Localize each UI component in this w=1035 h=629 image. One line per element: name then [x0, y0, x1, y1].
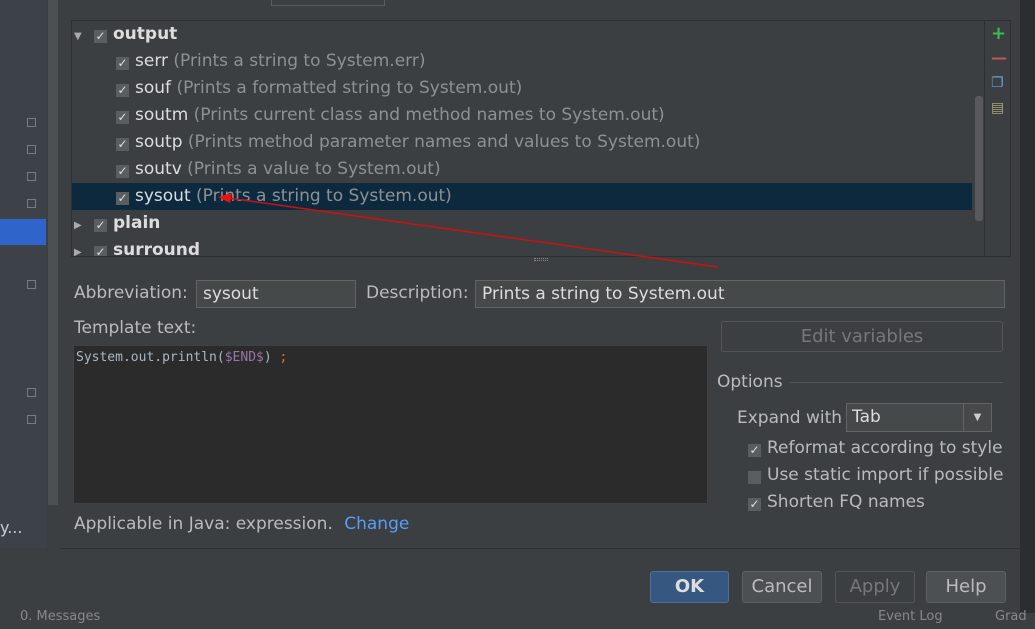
ide-background [1020, 0, 1035, 613]
cancel-button[interactable]: Cancel [742, 571, 822, 603]
applicable-context: Applicable in Java: expression. Change [74, 514, 410, 534]
template-text-editor[interactable]: System.out.println($END$) ; [73, 345, 708, 504]
abbreviation-label: Abbreviation: [74, 283, 188, 303]
reformat-option[interactable]: ✓ Reformat according to style [748, 438, 1003, 458]
checkbox[interactable]: ✓ [116, 84, 129, 97]
template-icon [27, 280, 36, 289]
settings-sidebar [0, 0, 47, 548]
tree-toolbar: + — ❐ ▤ [984, 21, 1011, 256]
event-log-tab[interactable]: Event Log [878, 609, 943, 624]
sidebar-selected-item[interactable] [0, 219, 46, 245]
add-icon[interactable]: + [991, 25, 1006, 43]
apply-button[interactable]: Apply [835, 571, 915, 603]
tree-group-surround[interactable]: ▶ ✓ surround [72, 237, 972, 256]
tree-scrollbar[interactable] [975, 96, 983, 221]
template-icon [27, 145, 36, 154]
abbreviation-input[interactable]: sysout [196, 280, 356, 308]
checkbox[interactable]: ✓ [116, 192, 129, 205]
splitter-handle[interactable] [534, 258, 548, 261]
checkbox[interactable]: ✓ [116, 138, 129, 151]
checkbox[interactable]: ✓ [748, 471, 761, 484]
description-input[interactable]: Prints a string to System.out [475, 280, 1005, 308]
checkbox[interactable]: ✓ [748, 498, 761, 511]
template-icon [27, 415, 36, 424]
ok-button[interactable]: OK [650, 571, 729, 603]
template-icon [27, 118, 36, 127]
edit-variables-button[interactable]: Edit variables [721, 321, 1003, 352]
checkbox[interactable]: ✓ [94, 30, 107, 43]
checkbox[interactable]: ✓ [116, 111, 129, 124]
checkbox[interactable]: ✓ [748, 444, 761, 457]
top-dropdown[interactable] [271, 0, 385, 6]
tree-group-output[interactable]: ▼ ✓ output [72, 21, 972, 48]
shorten-fq-option[interactable]: ✓ Shorten FQ names [748, 492, 925, 512]
copy-icon[interactable]: ❐ [991, 75, 1004, 91]
checkbox[interactable]: ✓ [116, 57, 129, 70]
template-icon [27, 388, 36, 397]
live-templates-dialog: y... ▼ ✓ output ✓ serr (Prints a string to … [0, 0, 1020, 613]
collapse-arrow-icon[interactable]: ▶ [72, 239, 94, 256]
chevron-down-icon[interactable]: ▼ [963, 404, 991, 431]
template-icon [27, 172, 36, 181]
expand-with-label: Expand with [737, 408, 843, 428]
messages-tab[interactable]: 0. Messages [20, 609, 100, 624]
template-item[interactable]: ✓ soutp (Prints method parameter names an… [72, 129, 972, 156]
tree-group-plain[interactable]: ▶ ✓ plain [72, 210, 972, 237]
checkbox[interactable]: ✓ [116, 165, 129, 178]
template-item[interactable]: ✓ souf (Prints a formatted string to Syst… [72, 75, 972, 102]
ide-status-bar: 0. Messages Event Log Grad [0, 609, 1035, 629]
gradle-tab[interactable]: Grad [995, 609, 1027, 624]
template-item[interactable]: ✓ soutv (Prints a value to System.out) [72, 156, 972, 183]
template-text-label: Template text: [74, 318, 197, 338]
expand-arrow-icon[interactable]: ▼ [72, 23, 94, 50]
template-icon [27, 199, 36, 208]
remove-icon[interactable]: — [991, 50, 1007, 66]
change-link[interactable]: Change [344, 514, 409, 534]
collapse-arrow-icon[interactable]: ▶ [72, 212, 94, 239]
description-label: Description: [366, 283, 469, 303]
help-button[interactable]: Help [926, 571, 1006, 603]
static-import-option[interactable]: ✓Use static import if possible [748, 465, 1004, 485]
template-item[interactable]: ✓ sysout (Prints a string to System.out) [72, 183, 972, 210]
sidebar-truncated-text: y... [0, 518, 23, 537]
template-item[interactable]: ✓ serr (Prints a string to System.err) [72, 48, 972, 75]
template-item[interactable]: ✓ soutm (Prints current class and method … [72, 102, 972, 129]
sidebar-scrollbar[interactable] [48, 0, 58, 505]
expand-with-select[interactable]: Tab ▼ [846, 403, 992, 432]
templates-tree: ▼ ✓ output ✓ serr (Prints a string to Syste… [71, 20, 1011, 257]
checkbox[interactable]: ✓ [94, 219, 107, 232]
checkbox[interactable]: ✓ [94, 246, 107, 256]
divider [60, 548, 1020, 549]
options-title: Options [717, 372, 783, 392]
edit-icon[interactable]: ▤ [991, 100, 1004, 116]
options-separator [790, 382, 1003, 383]
